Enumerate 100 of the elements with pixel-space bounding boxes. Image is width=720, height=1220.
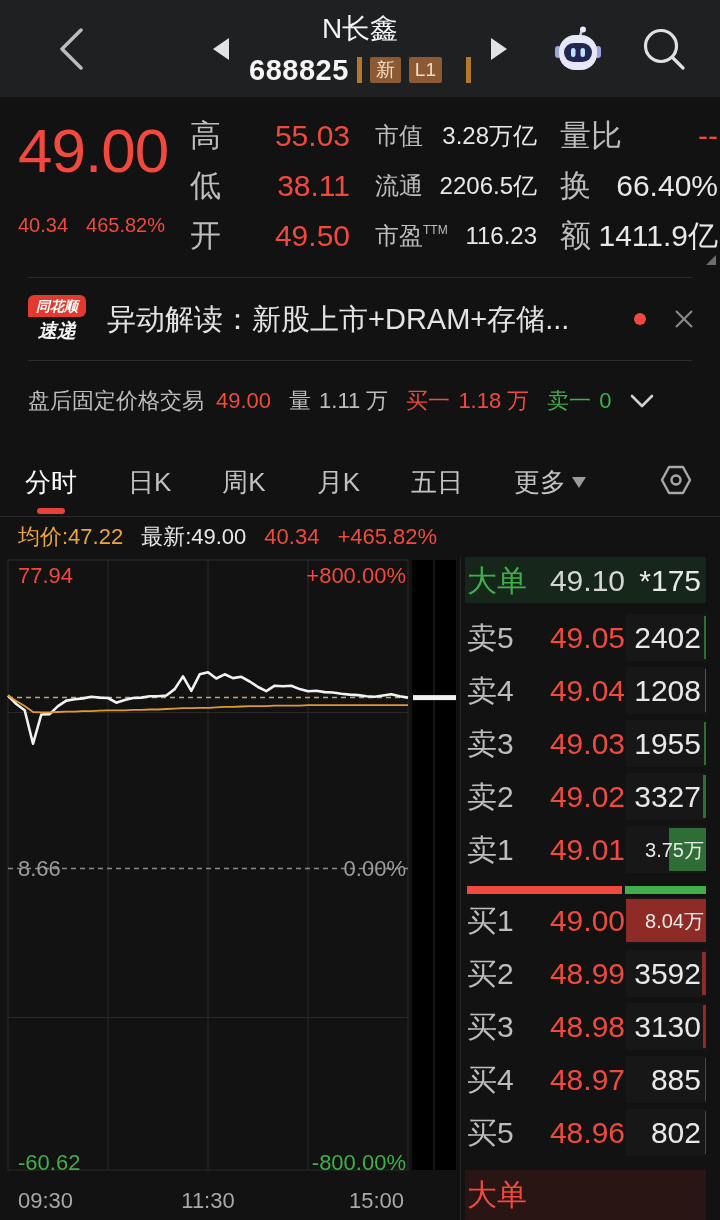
- ratio-label: 量比: [560, 118, 622, 154]
- order-volume: 8.04万: [645, 908, 705, 934]
- price-axis-label: -60.62: [18, 1150, 81, 1175]
- order-price: 48.99: [548, 955, 625, 992]
- order-volume: *175: [639, 562, 702, 599]
- stat-value: 38.11: [276, 168, 350, 204]
- time-axis-label: 15:00: [348, 1188, 404, 1213]
- metric-label: 市盈$^{TTM}$: [375, 221, 448, 251]
- ratio-label: 换: [560, 168, 591, 204]
- order-level-label: 卖2: [467, 778, 515, 815]
- chart-tab[interactable]: 更多: [514, 441, 587, 516]
- settings-icon: [660, 465, 692, 495]
- search-button[interactable]: [642, 26, 686, 71]
- time-axis-label: 09:30: [18, 1188, 74, 1213]
- metric-label: 市值: [375, 121, 423, 151]
- settings-button[interactable]: [660, 465, 692, 495]
- order-volume: 3327: [634, 778, 702, 815]
- order-price: 49.03: [548, 725, 625, 762]
- stock-tag: 新: [369, 56, 401, 83]
- bid-label: 买一: [406, 387, 451, 415]
- next-stock-button[interactable]: [490, 37, 507, 60]
- after-hours-price-bar: [413, 695, 456, 701]
- order-volume: 1955: [634, 725, 702, 762]
- after-hours-price: 49.00: [216, 387, 272, 415]
- previous-icon: [213, 37, 230, 60]
- chart-tab[interactable]: 五日: [411, 441, 464, 516]
- order-level-label: 买5: [467, 1114, 515, 1151]
- vertical-bar-icon: [465, 56, 471, 83]
- order-price: 49.00: [548, 902, 625, 939]
- bid-value: 1.18 万: [458, 387, 530, 415]
- order-price: 49.01: [548, 831, 625, 868]
- order-price: 48.97: [548, 1061, 625, 1098]
- previous-stock-button[interactable]: [213, 37, 230, 60]
- ratio-label: 额: [560, 218, 591, 254]
- robot-icon: [554, 25, 602, 72]
- chart-tab[interactable]: 周K: [222, 441, 266, 516]
- logo-badge: 同花顺: [28, 295, 86, 317]
- metric-value: 116.23: [465, 221, 537, 251]
- order-price: 48.96: [548, 1114, 625, 1151]
- close-button[interactable]: [674, 309, 694, 329]
- order-volume: 3592: [634, 955, 702, 992]
- price-change-percent: 465.82%: [86, 213, 166, 237]
- percent-axis-label: 0.00%: [343, 856, 406, 882]
- last-price: 49.00: [18, 115, 170, 187]
- order-volume: 802: [650, 1114, 702, 1151]
- chart-tab[interactable]: 日K: [128, 441, 172, 516]
- price-axis-label: 8.66: [18, 856, 61, 882]
- price-axis-label: 77.94: [18, 563, 74, 588]
- stock-name: N长鑫: [321, 11, 399, 46]
- stock-code: 688825: [249, 53, 349, 86]
- news-headline[interactable]: 异动解读：新股上市+DRAM+存储...: [107, 301, 634, 337]
- order-level-label: 买3: [467, 1008, 515, 1045]
- logo-caption: 速递: [38, 319, 76, 343]
- percent-axis-label: -800.00%: [311, 1150, 406, 1175]
- stat-label: 低: [190, 168, 222, 204]
- stat-label: 开: [190, 218, 222, 254]
- order-volume: 3130: [634, 1008, 702, 1045]
- ratio-value: 66.40%: [616, 168, 718, 204]
- order-price: 49.04: [548, 672, 625, 709]
- ask-label: 卖一: [547, 387, 592, 415]
- back-button[interactable]: [58, 27, 84, 70]
- order-level-label: 卖5: [467, 619, 515, 656]
- corner-triangle-icon: [706, 255, 716, 265]
- order-price: 49.02: [548, 778, 625, 815]
- ratio-value: 1411.9亿: [598, 218, 718, 254]
- stat-value: 55.03: [273, 118, 350, 154]
- change-percent: +465.82%: [337, 523, 438, 551]
- latest-price-label: 最新:49.00: [141, 523, 247, 551]
- average-price-label: 均价:47.22: [18, 523, 124, 551]
- big-order-label: 大单: [467, 1177, 528, 1213]
- order-price: 49.05: [548, 619, 625, 656]
- stock-tag: L1: [408, 56, 442, 83]
- percent-axis-label: +800.00%: [306, 563, 406, 588]
- order-volume: 885: [650, 1061, 702, 1098]
- order-volume: 1208: [634, 672, 702, 709]
- time-axis-label: 11:30: [181, 1188, 235, 1213]
- ratio-value: --: [698, 118, 718, 154]
- ask-value: 0: [599, 387, 612, 415]
- order-level-label: 买2: [467, 955, 515, 992]
- search-icon: [642, 26, 686, 71]
- volume-value: 1.11 万: [319, 387, 389, 415]
- chart-tab[interactable]: 分时: [25, 441, 77, 516]
- assistant-button[interactable]: [554, 25, 602, 72]
- order-level-label: 买4: [467, 1061, 515, 1098]
- close-icon: [674, 309, 694, 329]
- order-level-label: 买1: [467, 902, 515, 939]
- order-price: 49.10: [548, 562, 625, 599]
- big-order-label: 大单: [467, 562, 528, 599]
- volume-label: 量: [289, 387, 312, 415]
- order-level-label: 卖1: [467, 831, 515, 868]
- next-icon: [490, 37, 507, 60]
- metric-label: 流通: [375, 171, 423, 201]
- order-level-label: 卖4: [467, 672, 515, 709]
- order-price: 48.98: [548, 1008, 625, 1045]
- vertical-bar-icon: [356, 56, 362, 83]
- stat-label: 高: [190, 118, 222, 154]
- order-volume: 3.75万: [645, 837, 705, 863]
- order-volume: 2402: [634, 619, 702, 656]
- metric-value: 2206.5亿: [439, 171, 537, 201]
- chart-tab[interactable]: 月K: [316, 441, 361, 516]
